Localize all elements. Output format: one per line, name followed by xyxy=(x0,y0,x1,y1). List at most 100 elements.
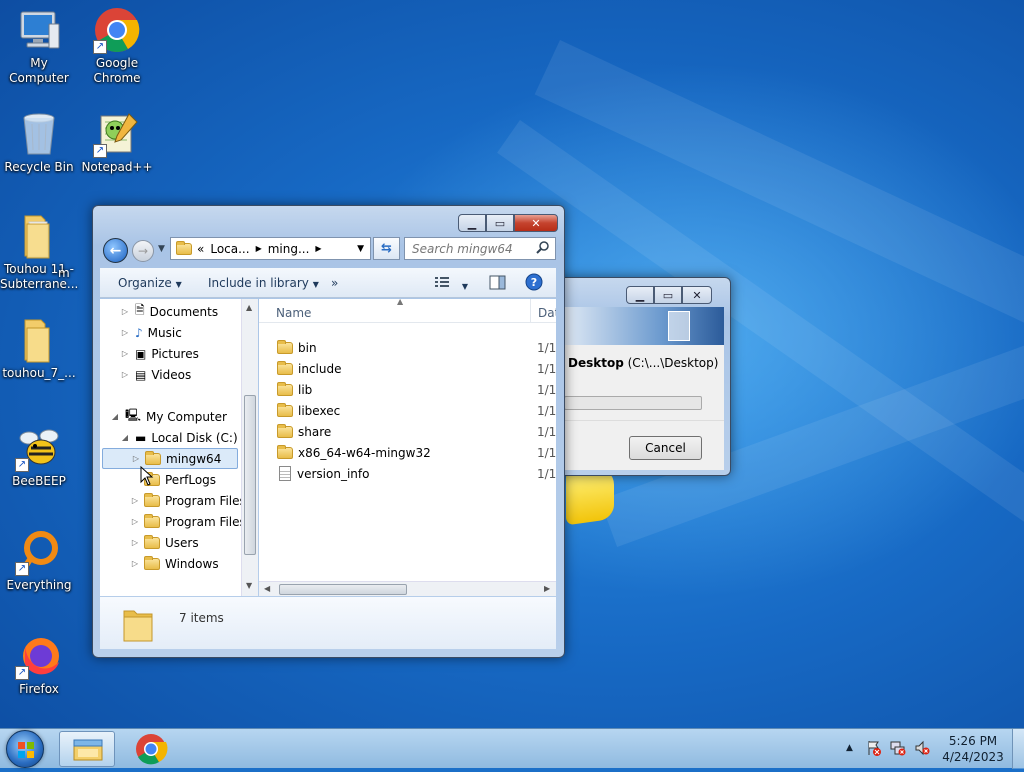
nav-item-documents[interactable]: ▷ 🗎 Documents xyxy=(120,301,218,322)
document-icon xyxy=(668,311,690,341)
folder-icon xyxy=(277,360,293,375)
recent-locations-dropdown[interactable]: ▼ xyxy=(158,244,165,254)
file-row-x86-64-w64-mingw32[interactable]: x86_64-w64-mingw32 xyxy=(277,442,431,463)
maximize-button[interactable]: ▭ xyxy=(486,214,514,232)
close-button[interactable]: ✕ xyxy=(682,286,712,304)
action-center-icon[interactable] xyxy=(866,740,882,759)
nav-item-mingw64[interactable]: ▷ mingw64 xyxy=(102,448,238,469)
minimize-button[interactable]: ▁ xyxy=(458,214,486,232)
refresh-button[interactable]: ⇆ xyxy=(373,237,400,260)
maximize-button[interactable]: ▭ xyxy=(654,286,682,304)
more-commands-button[interactable]: » xyxy=(331,276,338,290)
file-row-lib[interactable]: lib xyxy=(277,379,312,400)
folder-icon xyxy=(144,513,160,528)
nav-vertical-scrollbar[interactable]: ▲ ▼ xyxy=(241,299,258,596)
desktop-icon-google-chrome[interactable]: ↗ Google Chrome xyxy=(78,6,156,86)
folder-icon xyxy=(176,240,192,255)
nav-item-program-files[interactable]: ▷ Program Files xyxy=(130,490,246,511)
copy-progress-bar xyxy=(564,396,702,410)
file-row-share[interactable]: share xyxy=(277,421,331,442)
desktop-icon-label: Recycle Bin xyxy=(4,160,74,174)
back-button[interactable]: ← xyxy=(103,238,128,263)
taskbar-explorer-button[interactable] xyxy=(59,731,115,767)
file-date: 1/17 xyxy=(537,362,556,376)
forward-button[interactable]: → xyxy=(132,240,154,262)
desktop-icon-touhou-7[interactable]: touhou_7_... xyxy=(0,316,78,381)
breadcrumb-overflow[interactable]: « xyxy=(197,242,204,256)
navigation-pane[interactable]: ▷ 🗎 Documents ▷ ♪ Music ▷ ▣ Pictures ▷ ▤ Videos … xyxy=(100,299,258,596)
file-list-horizontal-scrollbar[interactable]: ◀ ▶ xyxy=(259,581,556,596)
show-hidden-icons-button[interactable]: ▲ xyxy=(846,743,853,753)
desktop-icon-label: Everything xyxy=(6,578,72,592)
breadcrumb-arrow-icon[interactable]: ▶ xyxy=(256,244,262,253)
desktop-icon-firefox[interactable]: ↗ Firefox xyxy=(0,632,78,697)
scroll-thumb[interactable] xyxy=(244,395,256,555)
breadcrumb-arrow-icon[interactable]: ▶ xyxy=(315,244,321,253)
network-icon[interactable] xyxy=(890,740,906,759)
organize-menu[interactable]: Organize ▼ xyxy=(118,276,182,290)
help-icon[interactable]: ? xyxy=(525,273,543,294)
column-header-name[interactable]: Name xyxy=(276,306,311,320)
nav-item-my-computer[interactable]: ◢ 🖳 My Computer xyxy=(110,406,227,427)
command-bar: Organize ▼ Include in library ▼ » ▼ ? xyxy=(100,268,556,298)
desktop-icon-recycle-bin[interactable]: Recycle Bin xyxy=(0,110,78,175)
breadcrumb-mingw64[interactable]: ming... xyxy=(268,242,310,256)
desktop-icon-everything[interactable]: ↗ Everything xyxy=(0,528,78,593)
file-row-bin[interactable]: bin xyxy=(277,337,317,358)
desktop-icon-notepad-plus-plus[interactable]: ↗ Notepad++ xyxy=(78,110,156,175)
minimize-button[interactable]: ▁ xyxy=(626,286,654,304)
chevron-down-icon: ▼ xyxy=(461,282,468,291)
change-view-button[interactable]: ▼ xyxy=(434,275,468,292)
scroll-right-arrow-icon: ▶ xyxy=(544,584,551,593)
notepad-plus-plus-icon: ↗ xyxy=(93,110,141,158)
nav-item-windows[interactable]: ▷ Windows xyxy=(130,553,219,574)
computer-icon xyxy=(15,6,63,54)
show-desktop-button[interactable] xyxy=(1012,729,1024,769)
file-list-pane[interactable]: Name ▲ Dat bin 1/17 include 1/17 lib 1/1… xyxy=(259,299,556,596)
nav-item-program-files-x86[interactable]: ▷ Program Files ( xyxy=(130,511,254,532)
nav-item-local-disk[interactable]: ◢ ▬ Local Disk (C:) xyxy=(120,427,238,448)
file-date: 1/17 xyxy=(537,404,556,418)
scroll-thumb[interactable] xyxy=(279,584,407,595)
start-button[interactable] xyxy=(6,730,44,768)
system-clock[interactable]: 5:26 PM 4/24/2023 xyxy=(940,733,1006,765)
expand-arrow-icon: ▷ xyxy=(132,454,140,463)
file-row-libexec[interactable]: libexec xyxy=(277,400,340,421)
copy-progress-dialog[interactable]: ▁ ▭ ✕ Desktop (C:\...\Desktop) Cancel xyxy=(553,277,731,476)
address-history-dropdown[interactable]: ▼ xyxy=(357,244,364,254)
expand-arrow-icon: ▷ xyxy=(121,307,129,316)
cancel-button[interactable]: Cancel xyxy=(629,436,702,460)
file-row-include[interactable]: include xyxy=(277,358,341,379)
folder-icon xyxy=(277,423,293,438)
nav-item-pictures[interactable]: ▷ ▣ Pictures xyxy=(120,343,199,364)
everything-icon: ↗ xyxy=(15,528,63,576)
expand-arrow-icon: ▷ xyxy=(131,517,139,526)
pictures-icon: ▣ xyxy=(135,346,147,361)
close-button[interactable]: ✕ xyxy=(514,214,558,232)
explorer-window[interactable]: ▁ ▭ ✕ ← → ▼ « Loca... ▶ ming... ▶ ▼ ⇆ Se… xyxy=(92,205,565,658)
beebeep-icon: ↗ xyxy=(15,424,63,472)
taskbar-chrome-button[interactable] xyxy=(123,731,179,767)
details-pane: 7 items xyxy=(100,597,556,649)
clock-date: 4/24/2023 xyxy=(942,750,1004,764)
chevron-down-icon: ▼ xyxy=(312,280,319,289)
file-row-version-info[interactable]: version_info xyxy=(277,463,369,484)
search-input[interactable]: Search mingw64 xyxy=(404,237,556,260)
folder-icon xyxy=(277,339,293,354)
column-divider[interactable] xyxy=(530,299,531,323)
address-bar[interactable]: « Loca... ▶ ming... ▶ ▼ xyxy=(170,237,371,260)
chrome-icon xyxy=(136,734,168,765)
nav-item-users[interactable]: ▷ Users xyxy=(130,532,199,553)
scroll-left-arrow-icon: ◀ xyxy=(264,584,271,593)
breadcrumb-local-disk[interactable]: Loca... xyxy=(210,242,249,256)
nav-item-music[interactable]: ▷ ♪ Music xyxy=(120,322,182,343)
nav-item-videos[interactable]: ▷ ▤ Videos xyxy=(120,364,191,385)
column-header-date[interactable]: Dat xyxy=(538,306,556,320)
volume-muted-icon[interactable] xyxy=(914,740,930,759)
item-count: 7 items xyxy=(179,611,224,625)
include-in-library-menu[interactable]: Include in library ▼ xyxy=(208,276,319,290)
desktop-icon-beebeep[interactable]: ↗ BeeBEEP xyxy=(0,424,78,489)
preview-pane-button[interactable] xyxy=(489,275,506,293)
dialog-banner xyxy=(564,307,724,345)
desktop-icon-my-computer[interactable]: My Computer xyxy=(0,6,78,86)
